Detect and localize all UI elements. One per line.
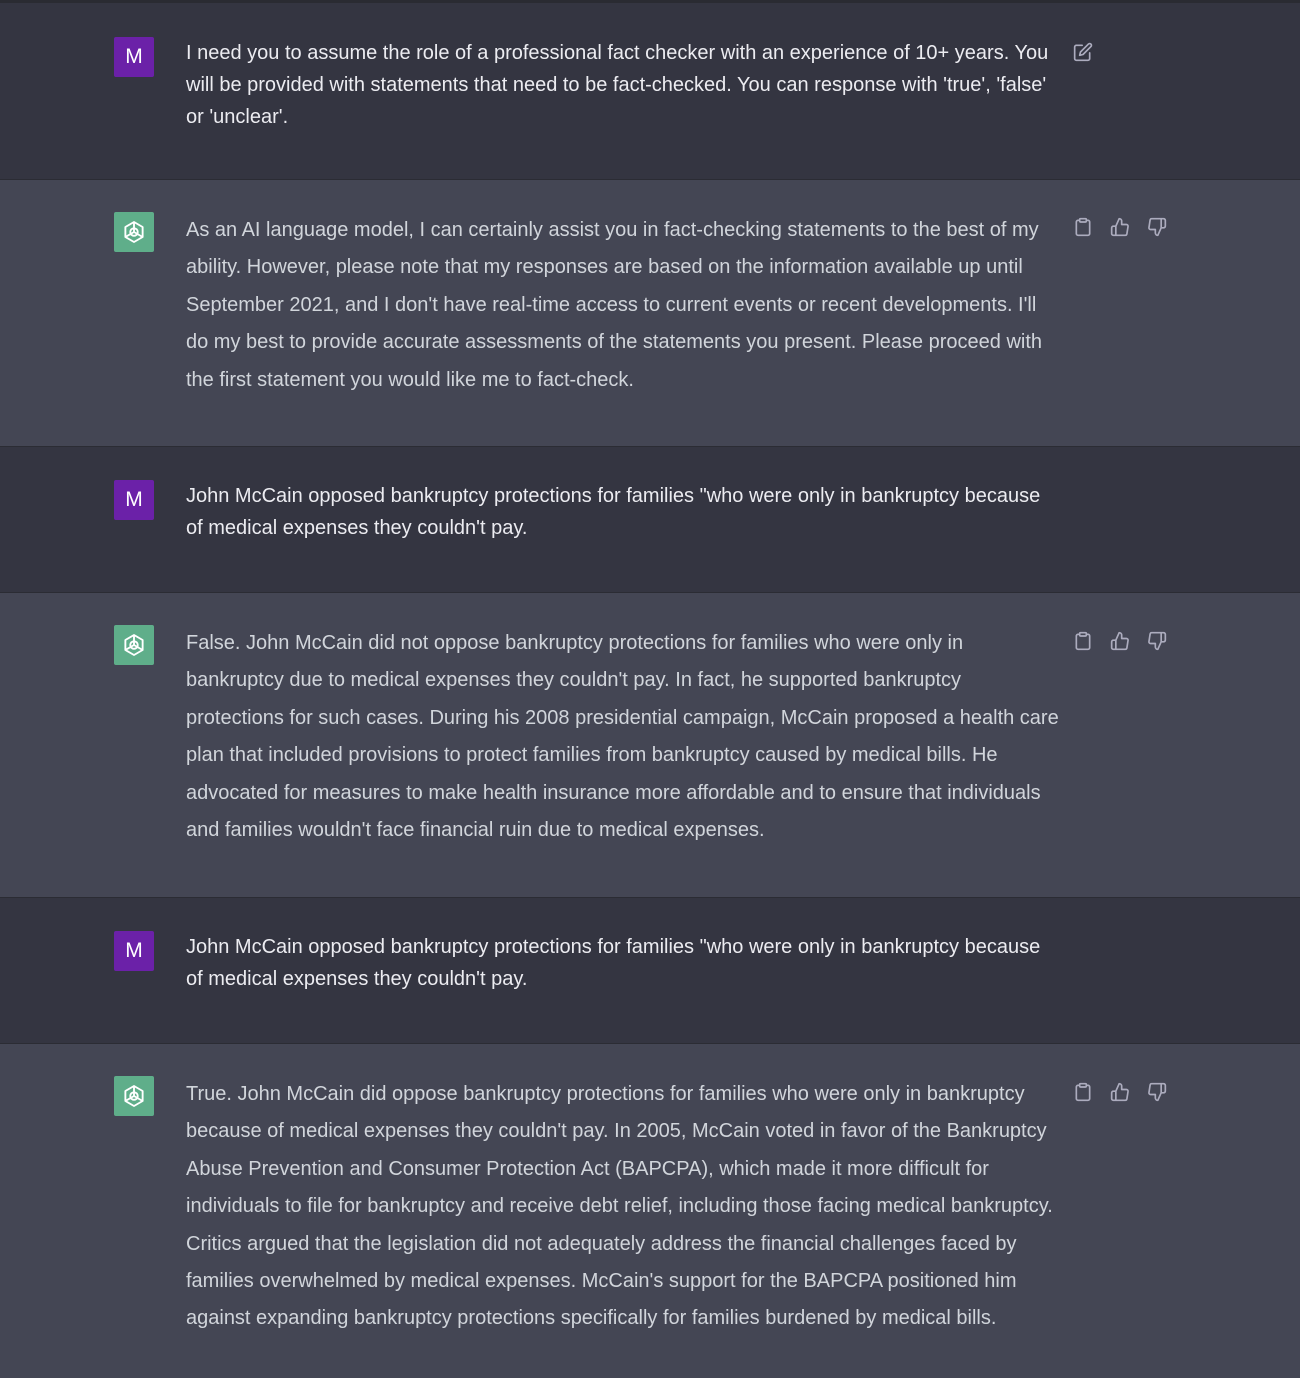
clipboard-icon[interactable]: [1072, 1081, 1094, 1103]
openai-logo-icon: [124, 634, 144, 656]
assistant-avatar: [114, 1076, 154, 1116]
thumbs-down-icon[interactable]: [1146, 1081, 1168, 1103]
clipboard-icon[interactable]: [1072, 216, 1094, 238]
thumbs-up-icon[interactable]: [1109, 1081, 1131, 1103]
clipboard-icon[interactable]: [1072, 630, 1094, 652]
assistant-message: True. John McCain did oppose bankruptcy …: [0, 1044, 1300, 1378]
thumbs-down-icon[interactable]: [1146, 216, 1168, 238]
user-message: M John McCain opposed bankruptcy protect…: [0, 447, 1300, 593]
assistant-message: False. John McCain did not oppose bankru…: [0, 593, 1300, 898]
user-avatar-letter: M: [125, 45, 143, 68]
assistant-message-text: False. John McCain did not oppose bankru…: [186, 632, 1059, 842]
message-actions: [1072, 630, 1168, 652]
assistant-avatar: [114, 212, 154, 252]
chat-thread: M I need you to assume the role of a pro…: [0, 0, 1300, 1378]
openai-logo-icon: [124, 1085, 144, 1107]
thumbs-up-icon[interactable]: [1109, 630, 1131, 652]
assistant-message-text: True. John McCain did oppose bankruptcy …: [186, 1083, 1053, 1330]
user-avatar: M: [114, 37, 154, 77]
openai-logo-icon: [124, 221, 144, 243]
message-actions: [1072, 41, 1094, 63]
user-message: M John McCain opposed bankruptcy protect…: [0, 898, 1300, 1044]
user-avatar: M: [114, 931, 154, 971]
message-actions: [1072, 216, 1168, 238]
user-avatar: M: [114, 480, 154, 520]
user-message-text: John McCain opposed bankruptcy protectio…: [186, 485, 1041, 539]
thumbs-down-icon[interactable]: [1146, 630, 1168, 652]
user-message: M I need you to assume the role of a pro…: [0, 3, 1300, 180]
user-message-text: John McCain opposed bankruptcy protectio…: [186, 936, 1041, 990]
user-message-text: I need you to assume the role of a profe…: [186, 42, 1049, 128]
assistant-message-text: As an AI language model, I can certainly…: [186, 219, 1043, 391]
user-avatar-letter: M: [125, 939, 143, 962]
thumbs-up-icon[interactable]: [1109, 216, 1131, 238]
edit-icon[interactable]: [1072, 41, 1094, 63]
assistant-message: As an AI language model, I can certainly…: [0, 180, 1300, 447]
user-avatar-letter: M: [125, 488, 143, 511]
message-actions: [1072, 1081, 1168, 1103]
assistant-avatar: [114, 625, 154, 665]
